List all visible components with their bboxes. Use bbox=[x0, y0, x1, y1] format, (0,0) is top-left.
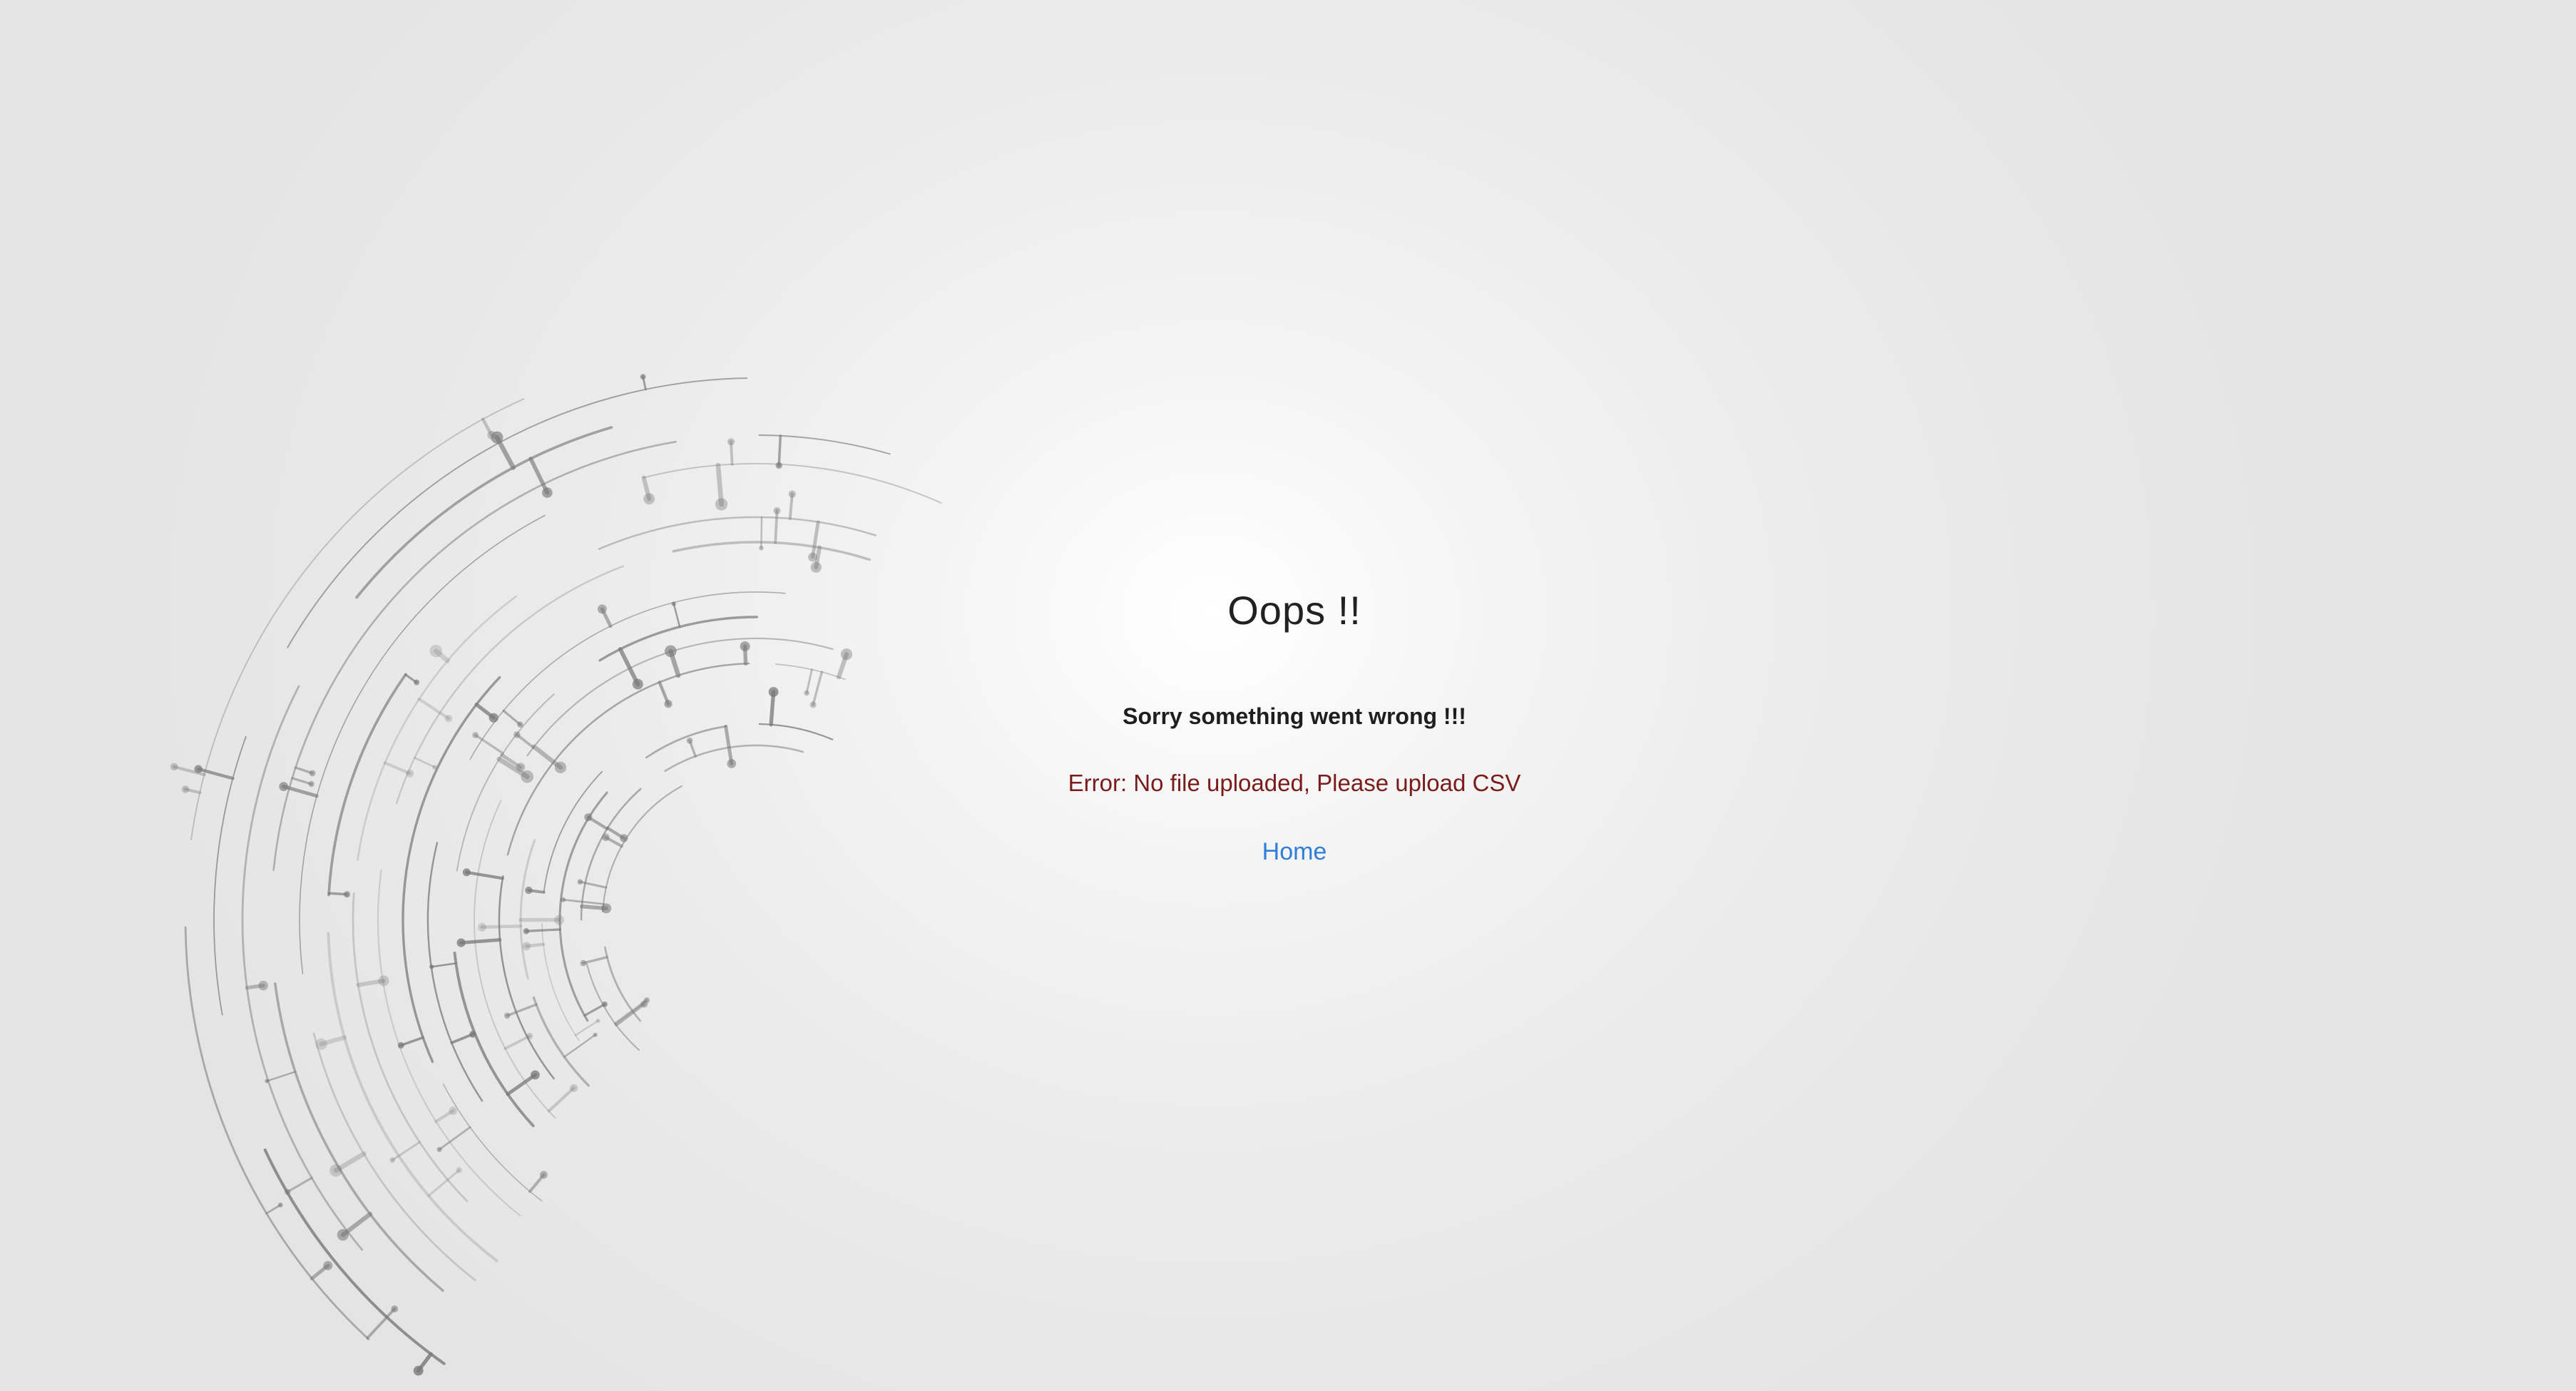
page-title: Oops !! bbox=[1227, 588, 1361, 633]
error-panel: Oops !! Sorry something went wrong !!! E… bbox=[856, 585, 1733, 867]
error-message: Sorry something went wrong !!! bbox=[1123, 703, 1466, 729]
error-detail: Error: No file uploaded, Please upload C… bbox=[1068, 770, 1521, 796]
home-link[interactable]: Home bbox=[1262, 836, 1327, 867]
